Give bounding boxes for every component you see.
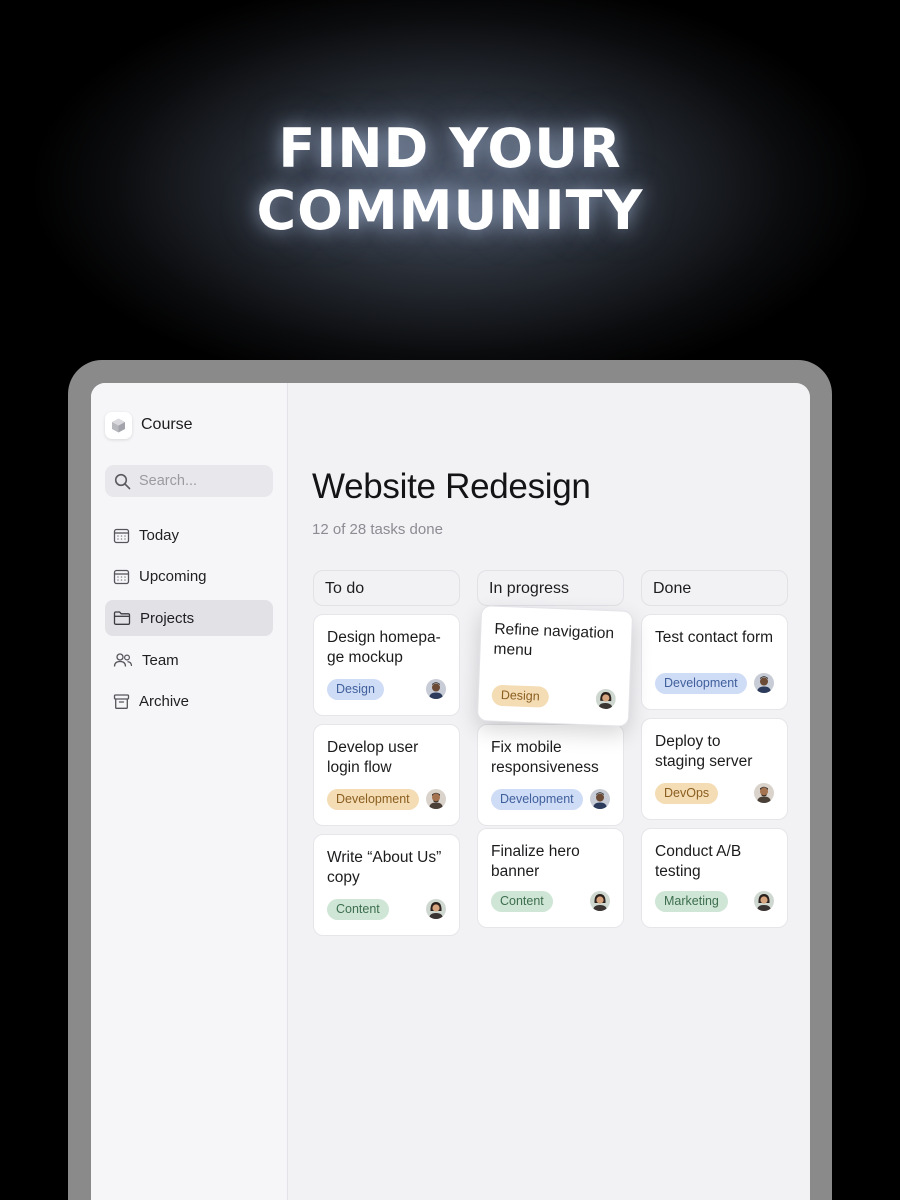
app-header[interactable]: Course (105, 411, 273, 439)
calendar-icon (113, 528, 130, 543)
task-progress: 12 of 28 tasks done (312, 521, 443, 538)
archive-icon (113, 694, 130, 710)
avatar (426, 679, 446, 699)
sidebar-item-projects[interactable]: Projects (105, 600, 273, 637)
people-icon (113, 653, 133, 667)
hero-line-2: COMMUNITY (256, 179, 644, 242)
search-placeholder: Search... (139, 473, 198, 489)
task-card[interactable]: Write “About Us” copy Content (313, 834, 460, 936)
task-title: Test contact form (655, 629, 774, 646)
task-title: Refine navigation menu (493, 620, 615, 660)
sidebar-item-archive[interactable]: Archive (105, 684, 273, 720)
tag-badge: Content (491, 891, 553, 912)
tag-badge: Design (491, 684, 550, 708)
sidebar-item-label: Archive (139, 693, 190, 711)
column-header[interactable]: To do (313, 570, 460, 606)
task-card[interactable]: Design homepa-ge mockup Design (313, 614, 460, 716)
avatar (754, 783, 774, 803)
cube-icon (105, 411, 132, 439)
column-todo: To do (313, 570, 460, 606)
avatar (595, 688, 617, 710)
column-done: Done (641, 570, 788, 606)
avatar (590, 891, 610, 911)
tag-badge: Development (491, 789, 583, 810)
folder-icon (113, 611, 131, 626)
task-card[interactable]: Finalize hero banner Content (477, 828, 624, 928)
sidebar-item-team[interactable]: Team (105, 642, 273, 678)
avatar (426, 899, 446, 919)
hero-headline: FIND YOUR COMMUNITY (0, 118, 900, 242)
app-name: Course (141, 416, 193, 433)
tag-badge: Design (327, 679, 384, 700)
calendar-icon (113, 570, 130, 585)
task-title: Design homepa-ge mockup (327, 629, 441, 666)
task-card[interactable]: Develop user login flow Development (313, 724, 460, 826)
sidebar-item-label: Today (139, 526, 180, 544)
column-header[interactable]: Done (641, 570, 788, 606)
task-title: Finalize hero banner (491, 843, 580, 880)
avatar (754, 891, 774, 911)
task-card[interactable]: Deploy to staging server DevOps (641, 718, 788, 820)
avatar (426, 789, 446, 809)
sidebar-item-today[interactable]: Today (105, 517, 273, 553)
task-title: Fix mobile responsiveness (491, 739, 599, 776)
task-card-dragging[interactable]: Refine navigation menu Design (476, 605, 634, 727)
task-card[interactable]: Conduct A/B testing Marketing (641, 828, 788, 928)
tag-badge: DevOps (655, 783, 719, 804)
task-title: Develop user login flow (327, 739, 419, 776)
tag-badge: Content (327, 899, 389, 920)
task-title: Conduct A/B testing (655, 843, 742, 880)
avatar (754, 673, 774, 693)
sidebar-item-upcoming[interactable]: Upcoming (105, 559, 273, 595)
task-card[interactable]: Test contact form Development (641, 614, 788, 710)
sidebar-item-label: Upcoming (139, 568, 207, 586)
avatar (590, 789, 610, 809)
column-header[interactable]: In progress (477, 570, 624, 606)
page-title: Website Redesign (312, 467, 591, 506)
task-title: Deploy to staging server (655, 733, 753, 770)
tag-badge: Development (655, 673, 747, 694)
task-card[interactable]: Fix mobile responsiveness Development (477, 724, 624, 826)
hero-line-1: FIND YOUR (278, 117, 622, 180)
sidebar-item-label: Team (142, 651, 179, 669)
search-icon (114, 473, 131, 489)
tag-badge: Marketing (655, 891, 728, 912)
column-in-progress: In progress (477, 570, 624, 606)
search-input[interactable]: Search... (105, 465, 273, 497)
sidebar: Course Search... Today Upcoming Projects… (91, 383, 288, 1200)
tag-badge: Development (327, 789, 419, 810)
sidebar-item-label: Projects (140, 609, 195, 627)
task-title: Write “About Us” copy (327, 849, 442, 886)
